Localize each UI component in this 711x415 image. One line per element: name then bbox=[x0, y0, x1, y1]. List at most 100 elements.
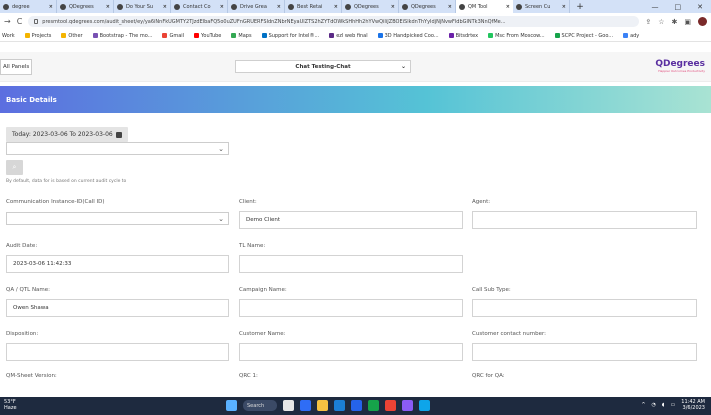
bookmark-item[interactable]: Work bbox=[2, 33, 15, 39]
tab-label: Do Your Su bbox=[126, 3, 154, 10]
sheets-icon bbox=[554, 33, 560, 38]
customer-name-field[interactable] bbox=[239, 343, 463, 361]
date-range-chip[interactable]: Today: 2023-03-06 To 2023-03-06 bbox=[6, 127, 128, 142]
browser-tab[interactable]: Screen Cu × bbox=[513, 0, 570, 13]
chevron-down-icon: ⌄ bbox=[400, 63, 406, 70]
bookmark-item[interactable]: Projects bbox=[24, 33, 51, 39]
search-icon: ⌕ bbox=[12, 163, 17, 171]
volume-icon[interactable]: ◖ bbox=[662, 402, 665, 408]
favicon-icon bbox=[345, 3, 351, 10]
minimize-button[interactable]: — bbox=[652, 3, 659, 11]
gmail-icon bbox=[162, 33, 168, 38]
call-sub-type-field[interactable] bbox=[472, 299, 697, 317]
bookmark-label: Gmail bbox=[169, 32, 185, 39]
audit-cycle-select[interactable]: ⌄ bbox=[6, 142, 229, 155]
browser-tab[interactable]: Contact Co × bbox=[171, 0, 228, 13]
reload-icon[interactable]: C bbox=[17, 17, 23, 26]
chat-app-icon[interactable] bbox=[300, 400, 311, 411]
bookmark-label: Maps bbox=[238, 32, 252, 39]
xbox-icon[interactable] bbox=[368, 400, 379, 411]
taskbar-search-label: Search bbox=[247, 402, 265, 409]
bookmark-item[interactable]: Bitsdrtex bbox=[448, 33, 478, 39]
new-tab-button[interactable]: + bbox=[570, 0, 590, 13]
chrome-icon[interactable] bbox=[385, 400, 396, 411]
disposition-field[interactable] bbox=[6, 343, 229, 361]
close-icon[interactable]: × bbox=[562, 4, 566, 10]
app-header: All Panels Chat Testing-Chat ⌄ QDegrees … bbox=[0, 52, 711, 82]
close-icon[interactable]: × bbox=[220, 4, 224, 10]
close-icon[interactable]: × bbox=[277, 4, 281, 10]
bookmark-item[interactable]: Support for Intel®... bbox=[261, 33, 319, 39]
sidebar-icon[interactable]: ▣ bbox=[684, 18, 691, 26]
store-icon[interactable] bbox=[334, 400, 345, 411]
bookmark-item[interactable]: ady bbox=[623, 33, 639, 39]
campaign-name-label: Campaign Name: bbox=[239, 287, 287, 293]
chevron-up-icon[interactable]: ^ bbox=[641, 402, 645, 408]
qrc1-label: QRC 1: bbox=[239, 373, 258, 379]
bookmark-item[interactable]: Other bbox=[61, 32, 83, 39]
extensions-icon[interactable]: ✱ bbox=[672, 18, 678, 26]
browser-tab-active[interactable]: QM Tool × bbox=[456, 0, 513, 13]
communication-id-select[interactable]: ⌄ bbox=[6, 212, 229, 225]
task-view-icon[interactable] bbox=[283, 400, 294, 411]
close-icon[interactable]: × bbox=[391, 4, 395, 10]
bookmark-item[interactable]: YouTube bbox=[194, 33, 221, 39]
star-icon[interactable]: ☆ bbox=[658, 18, 664, 26]
back-icon[interactable]: → bbox=[4, 17, 11, 26]
close-icon[interactable]: × bbox=[506, 4, 510, 10]
audit-date-field[interactable]: 2023-03-06 11:42:33 bbox=[6, 255, 229, 273]
tab-label: degree bbox=[12, 3, 30, 10]
close-icon[interactable]: × bbox=[334, 4, 338, 10]
bookmark-item[interactable]: Gmail bbox=[162, 33, 184, 39]
bookmark-item[interactable]: ezl web final bbox=[329, 33, 368, 39]
browser-tab[interactable]: degree × bbox=[0, 0, 57, 13]
favicon-icon bbox=[231, 3, 237, 10]
browser-tab[interactable]: QDegrees × bbox=[57, 0, 114, 13]
campaign-name-field[interactable] bbox=[239, 299, 463, 317]
bookmark-item[interactable]: Maps bbox=[231, 32, 252, 39]
customer-contact-field[interactable] bbox=[472, 343, 697, 361]
clock[interactable]: 11:42 AM 3/6/2023 bbox=[681, 399, 705, 411]
weather-widget[interactable]: 53°F Haze bbox=[4, 399, 17, 411]
date-range-text: Today: 2023-03-06 To 2023-03-06 bbox=[12, 131, 113, 138]
close-window-button[interactable]: ✕ bbox=[697, 3, 703, 11]
close-icon[interactable]: × bbox=[49, 4, 53, 10]
tab-label: Contact Co bbox=[183, 3, 211, 10]
bookmark-item[interactable]: Msc From Moscow... bbox=[488, 33, 545, 39]
agent-field[interactable] bbox=[472, 211, 697, 229]
browser-tab[interactable]: QDegrees × bbox=[342, 0, 399, 13]
client-field[interactable]: Demo Client bbox=[239, 211, 463, 229]
xd-icon[interactable] bbox=[402, 400, 413, 411]
qa-name-field[interactable]: Owen Shawa bbox=[6, 299, 229, 317]
qrc-for-qa-label: QRC for QA: bbox=[472, 373, 505, 379]
close-icon[interactable]: × bbox=[448, 4, 452, 10]
tl-name-field[interactable] bbox=[239, 255, 463, 273]
browser-tab[interactable]: QDegrees × bbox=[399, 0, 456, 13]
all-panels-button[interactable]: All Panels bbox=[0, 59, 33, 75]
search-button[interactable]: ⌕ bbox=[6, 160, 23, 175]
windows-start-icon[interactable] bbox=[226, 400, 237, 411]
file-explorer-icon[interactable] bbox=[317, 400, 328, 411]
photoshop-icon[interactable] bbox=[419, 400, 430, 411]
bookmark-item[interactable]: SCPC Project - Goo... bbox=[554, 32, 614, 39]
bookmark-label: SCPC Project - Goo... bbox=[561, 32, 614, 39]
wifi-icon[interactable]: ◔ bbox=[652, 402, 656, 408]
battery-icon[interactable]: ▭ bbox=[671, 402, 676, 408]
browser-tab[interactable]: Do Your Su × bbox=[114, 0, 171, 13]
taskbar-search[interactable]: Search bbox=[243, 400, 277, 411]
browser-tab[interactable]: Drive Grea × bbox=[228, 0, 285, 13]
url-field[interactable]: presmtool.qdegrees.com/audit_sheet/ey/ya… bbox=[28, 16, 640, 27]
bookmark-label: Other bbox=[68, 32, 83, 39]
close-icon[interactable]: × bbox=[106, 4, 110, 10]
bookmark-item[interactable]: 3D Handpicked Coo... bbox=[377, 33, 439, 39]
bookmark-item[interactable]: Bootstrap - The mo... bbox=[92, 33, 152, 39]
browser-tab[interactable]: Best Retai × bbox=[285, 0, 342, 13]
site-icon bbox=[448, 33, 454, 38]
profile-avatar[interactable] bbox=[698, 17, 707, 26]
close-icon[interactable]: × bbox=[163, 4, 167, 10]
share-icon[interactable]: ⇪ bbox=[645, 18, 651, 26]
chat-selector[interactable]: Chat Testing-Chat ⌄ bbox=[235, 60, 411, 73]
edge-icon[interactable] bbox=[351, 400, 362, 411]
maximize-button[interactable]: □ bbox=[675, 3, 682, 11]
filter-note: By default, data for is based on current… bbox=[6, 179, 127, 184]
